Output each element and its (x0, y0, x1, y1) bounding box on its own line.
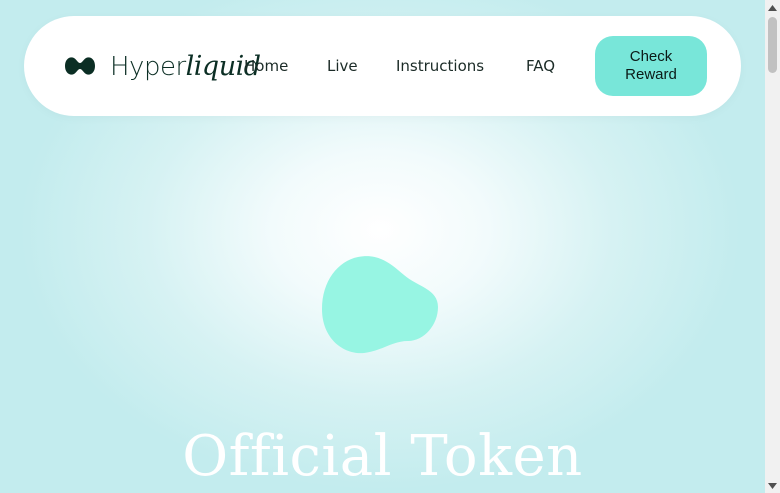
nav-live-link[interactable]: Live (327, 56, 358, 76)
check-reward-button[interactable]: Check Reward (595, 36, 707, 96)
scroll-down-arrow-icon[interactable] (765, 478, 780, 493)
scroll-up-arrow-icon[interactable] (765, 0, 780, 15)
hero-blob-shape (322, 256, 438, 354)
logo-wordmark: Hyperliquid (110, 51, 261, 82)
hyperliquid-logo[interactable]: Hyperliquid (64, 48, 261, 84)
vertical-scrollbar[interactable] (765, 0, 780, 493)
check-reward-label: Check Reward (625, 48, 677, 83)
hero-title: Official Token (182, 424, 583, 489)
hyperliquid-logo-icon (65, 57, 95, 75)
logo-text-regular: Hyper (110, 51, 186, 82)
page-viewport: Hyperliquid Home Live Instructions FAQ C… (0, 0, 765, 493)
nav-instructions-link[interactable]: Instructions (396, 56, 484, 76)
nav-home-link[interactable]: Home (244, 56, 288, 76)
nav-faq-link[interactable]: FAQ (526, 56, 555, 76)
scrollbar-thumb[interactable] (768, 17, 777, 73)
